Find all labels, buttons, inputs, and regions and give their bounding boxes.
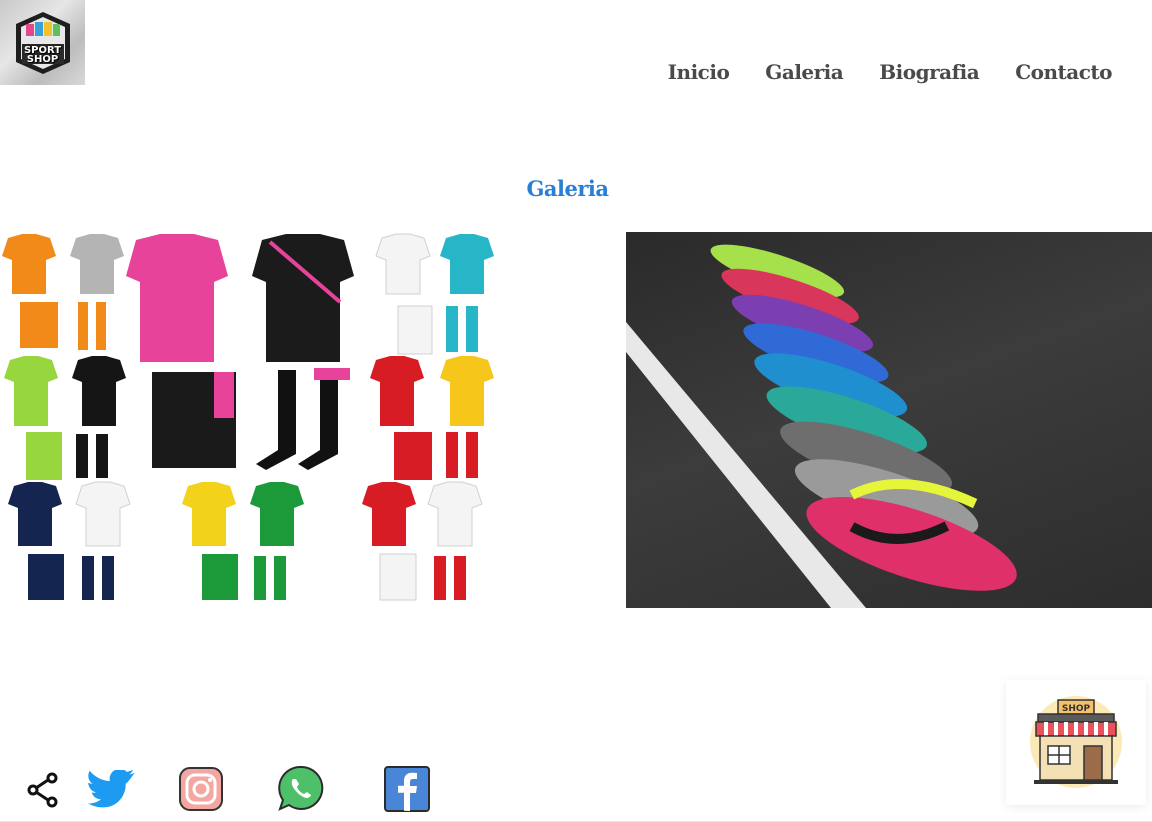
nav-inicio[interactable]: Inicio [668,60,730,84]
main-nav: Inicio Galeria Biografia Contacto [632,60,1113,84]
social-bar [0,762,1152,822]
facebook-icon[interactable] [384,766,430,816]
shop-sign-label: SHOP [1062,704,1091,714]
twitter-icon[interactable] [88,768,136,814]
whatsapp-icon[interactable] [276,764,326,818]
nav-galeria[interactable]: Galeria [765,60,843,84]
sport-shop-logo-badge: SPORT SHOP [10,10,76,76]
logo-line-2: SHOP [26,53,59,65]
gallery-title: Galeria [526,176,609,201]
instagram-icon[interactable] [178,766,224,816]
sneakers-illustration [626,244,1017,608]
uniforms-image[interactable] [0,230,515,608]
uniforms-illustration [2,233,494,601]
share-icon[interactable] [26,772,62,812]
site-logo[interactable]: SPORT SHOP [0,0,85,85]
sneakers-image[interactable] [626,232,1152,608]
logo-emblem-icon [15,11,70,74]
nav-biografia[interactable]: Biografia [879,60,979,84]
nav-contacto[interactable]: Contacto [1015,60,1112,84]
